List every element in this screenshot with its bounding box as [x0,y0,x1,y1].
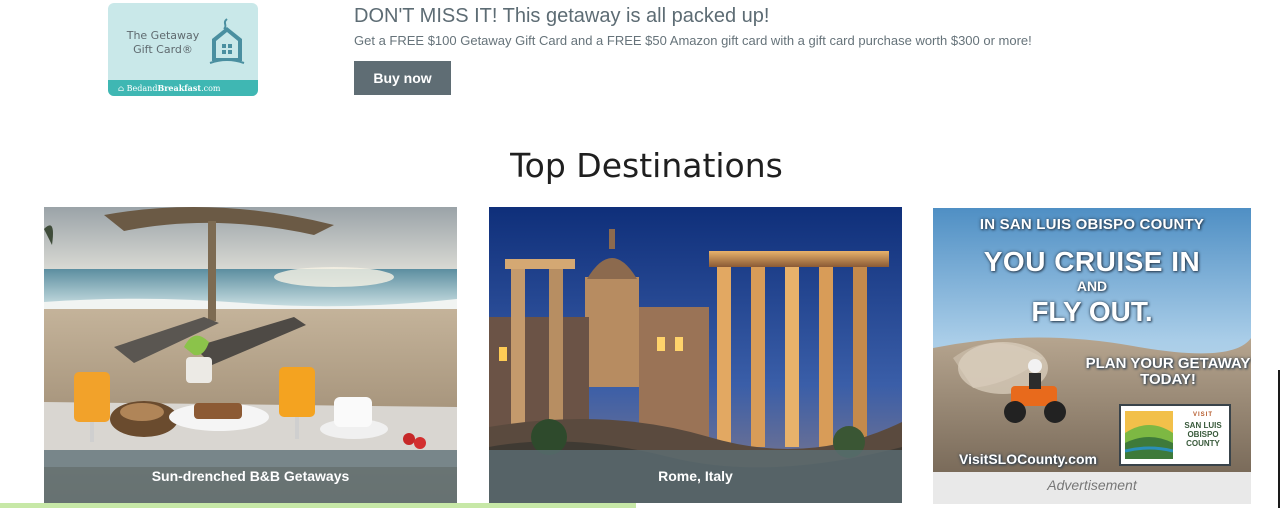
ad-cruise-line: YOU CRUISE IN [983,246,1201,277]
ad-and-line: AND [1076,278,1108,294]
ad-url: VisitSLOCounty.com [959,451,1097,467]
destination-caption: Sun-drenched B&B Getaways [44,450,457,503]
promo-subtext: Get a FREE $100 Getaway Gift Card and a … [354,33,1032,48]
destination-caption: Rome, Italy [489,450,902,503]
destination-card-beach[interactable]: Sun-drenched B&B Getaways [44,207,457,503]
advertisement-label: Advertisement [1047,477,1137,493]
bottom-highlight-strip [0,503,636,508]
slo-hills-icon [1125,411,1173,459]
section-title: Top Destinations [510,146,783,185]
ad-plan-line: PLAN YOUR GETAWAY TODAY! [1085,355,1251,388]
house-gift-icon [209,18,245,64]
gift-card-brand: ⌂ BedandBreakfast.com [108,80,258,96]
gift-card-image[interactable]: The Getaway Gift Card® ⌂ BedandBreakfast… [108,3,258,96]
gift-card-title: The Getaway Gift Card® [126,29,200,56]
buy-now-button[interactable]: Buy now [354,61,451,95]
destination-card-rome[interactable]: Rome, Italy [489,207,902,503]
slo-county-label: SAN LUIS OBISPO COUNTY [1184,421,1222,448]
ad-fly-line: FLY OUT. [1031,296,1153,327]
ad-location-line: IN SAN LUIS OBISPO COUNTY [979,216,1205,233]
advertisement-box: IN SAN LUIS OBISPO COUNTY YOU CRUISE IN … [933,208,1251,504]
slo-visit-label: VISIT [1192,412,1213,418]
visit-slo-logo: VISIT SAN LUIS OBISPO COUNTY [1119,404,1231,466]
promo-headline: DON'T MISS IT! This getaway is all packe… [354,5,770,27]
advertisement-banner[interactable]: IN SAN LUIS OBISPO COUNTY YOU CRUISE IN … [933,208,1251,472]
house-small-icon: ⌂ [118,84,127,93]
right-edge-divider [1278,370,1280,508]
